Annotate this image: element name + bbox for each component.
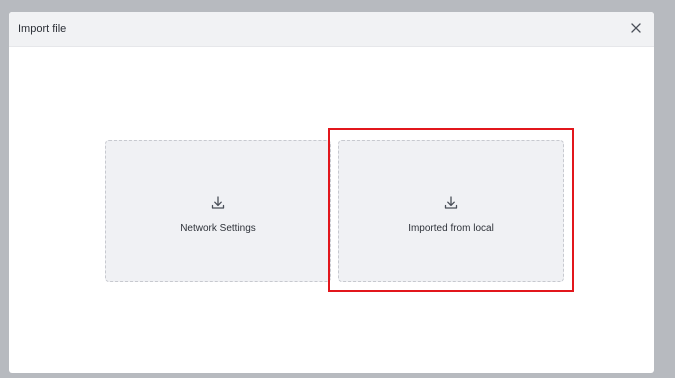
close-icon — [631, 23, 641, 33]
option-label: Imported from local — [408, 223, 494, 234]
download-icon — [211, 196, 225, 209]
option-card-imported-from-local[interactable]: Imported from local — [338, 140, 564, 282]
dialog-header: Import file — [9, 12, 654, 47]
download-icon — [444, 196, 458, 209]
option-label: Network Settings — [180, 223, 256, 234]
option-card-network-settings[interactable]: Network Settings — [105, 140, 331, 282]
close-button[interactable] — [628, 20, 644, 36]
dialog-title: Import file — [18, 23, 67, 35]
import-file-dialog: Import file Network Settings Imported fr… — [9, 12, 654, 373]
